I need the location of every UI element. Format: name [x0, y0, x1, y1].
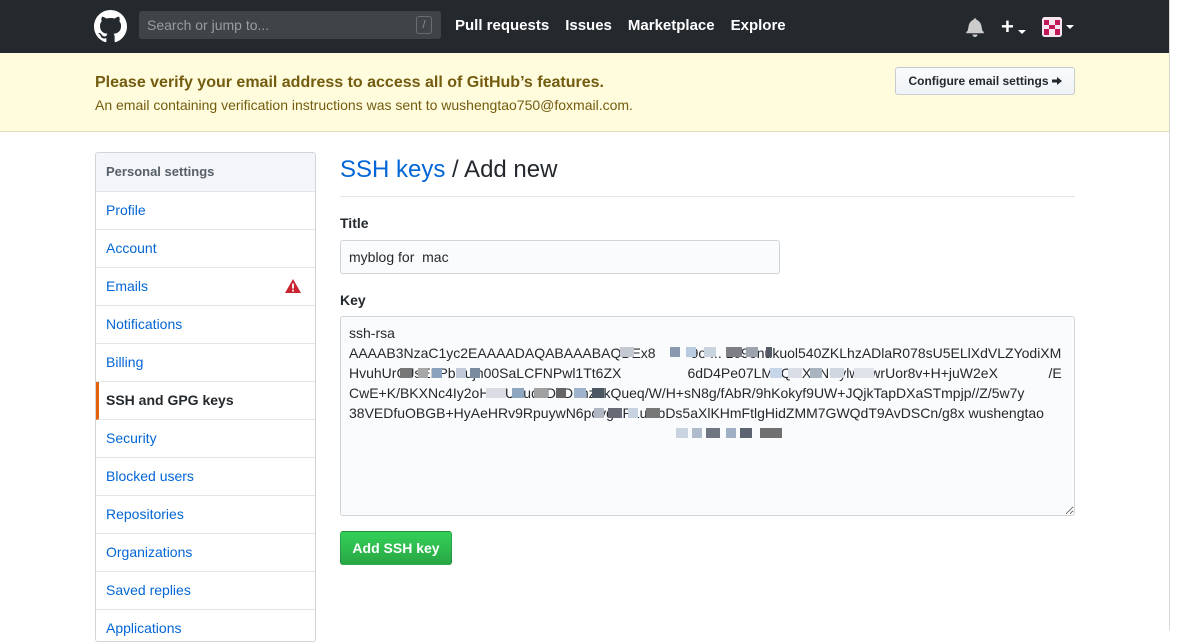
- sidebar-item-profile[interactable]: Profile: [96, 192, 315, 230]
- redaction-blur: [620, 347, 772, 357]
- sidebar-item-emails[interactable]: Emails: [96, 268, 315, 306]
- search-input[interactable]: [139, 11, 409, 39]
- banner-title: Please verify your email address to acce…: [95, 74, 604, 91]
- banner-text: An email containing verification instruc…: [95, 97, 633, 113]
- redaction-blur: [400, 368, 480, 378]
- page-title: SSH keys / Add new: [340, 152, 1075, 188]
- nav-issues[interactable]: Issues: [565, 17, 612, 34]
- key-title-input[interactable]: [340, 240, 780, 274]
- sidebar-item-organizations[interactable]: Organizations: [96, 534, 315, 572]
- sidebar-item-notifications[interactable]: Notifications: [96, 306, 315, 344]
- redaction-blur: [486, 388, 604, 398]
- breadcrumb-ssh-keys-link[interactable]: SSH keys: [340, 156, 445, 183]
- alert-icon: [285, 279, 301, 293]
- user-menu[interactable]: [1026, 17, 1074, 37]
- arrow-right-icon: [1051, 77, 1062, 85]
- breadcrumb-current: / Add new: [445, 156, 558, 183]
- avatar: [1041, 17, 1062, 37]
- nav-marketplace[interactable]: Marketplace: [628, 17, 715, 34]
- sidebar-item-label: Emails: [106, 278, 149, 294]
- verify-email-banner: Please verify your email address to acce…: [0, 53, 1169, 132]
- chevron-down-icon: [1065, 25, 1074, 29]
- plus-icon: +: [1001, 14, 1014, 39]
- search-box[interactable]: /: [139, 11, 441, 39]
- sidebar-item-account[interactable]: Account: [96, 230, 315, 268]
- sidebar-item-security[interactable]: Security: [96, 420, 315, 458]
- configure-email-settings-button[interactable]: Configure email settings: [895, 67, 1075, 95]
- settings-sidebar: Personal settings Profile Account Emails…: [95, 152, 316, 642]
- bell-icon[interactable]: [966, 17, 984, 37]
- key-label: Key: [340, 292, 366, 308]
- sidebar-item-applications[interactable]: Applications: [96, 610, 315, 641]
- nav-pull-requests[interactable]: Pull requests: [455, 17, 549, 34]
- sidebar-item-ssh-gpg-keys[interactable]: SSH and GPG keys: [96, 382, 315, 420]
- redaction-blur: [594, 408, 660, 418]
- page-header: SSH keys / Add new: [340, 152, 1075, 197]
- sidebar-item-blocked-users[interactable]: Blocked users: [96, 458, 315, 496]
- sidebar-item-repositories[interactable]: Repositories: [96, 496, 315, 534]
- sidebar-item-saved-replies[interactable]: Saved replies: [96, 572, 315, 610]
- nav-explore[interactable]: Explore: [731, 17, 786, 34]
- search-shortcut-hint: /: [416, 16, 432, 34]
- top-header: / Pull requests Issues Marketplace Explo…: [0, 0, 1169, 53]
- avatar-identicon-icon: [1041, 17, 1062, 37]
- redaction-blur: [676, 428, 782, 438]
- header-actions: +: [966, 15, 1074, 39]
- header-nav: Pull requests Issues Marketplace Explore: [455, 17, 802, 34]
- redaction-blur: [770, 368, 874, 378]
- configure-email-settings-label: Configure email settings: [908, 74, 1049, 88]
- title-label: Title: [340, 215, 369, 231]
- sidebar-heading: Personal settings: [96, 153, 315, 192]
- sidebar-item-billing[interactable]: Billing: [96, 344, 315, 382]
- chevron-down-icon: [1017, 30, 1026, 34]
- github-logo-icon[interactable]: [94, 10, 127, 43]
- scrollbar[interactable]: [1169, 0, 1182, 630]
- add-ssh-key-button[interactable]: Add SSH key: [340, 531, 452, 565]
- create-new-menu[interactable]: +: [1001, 14, 1026, 39]
